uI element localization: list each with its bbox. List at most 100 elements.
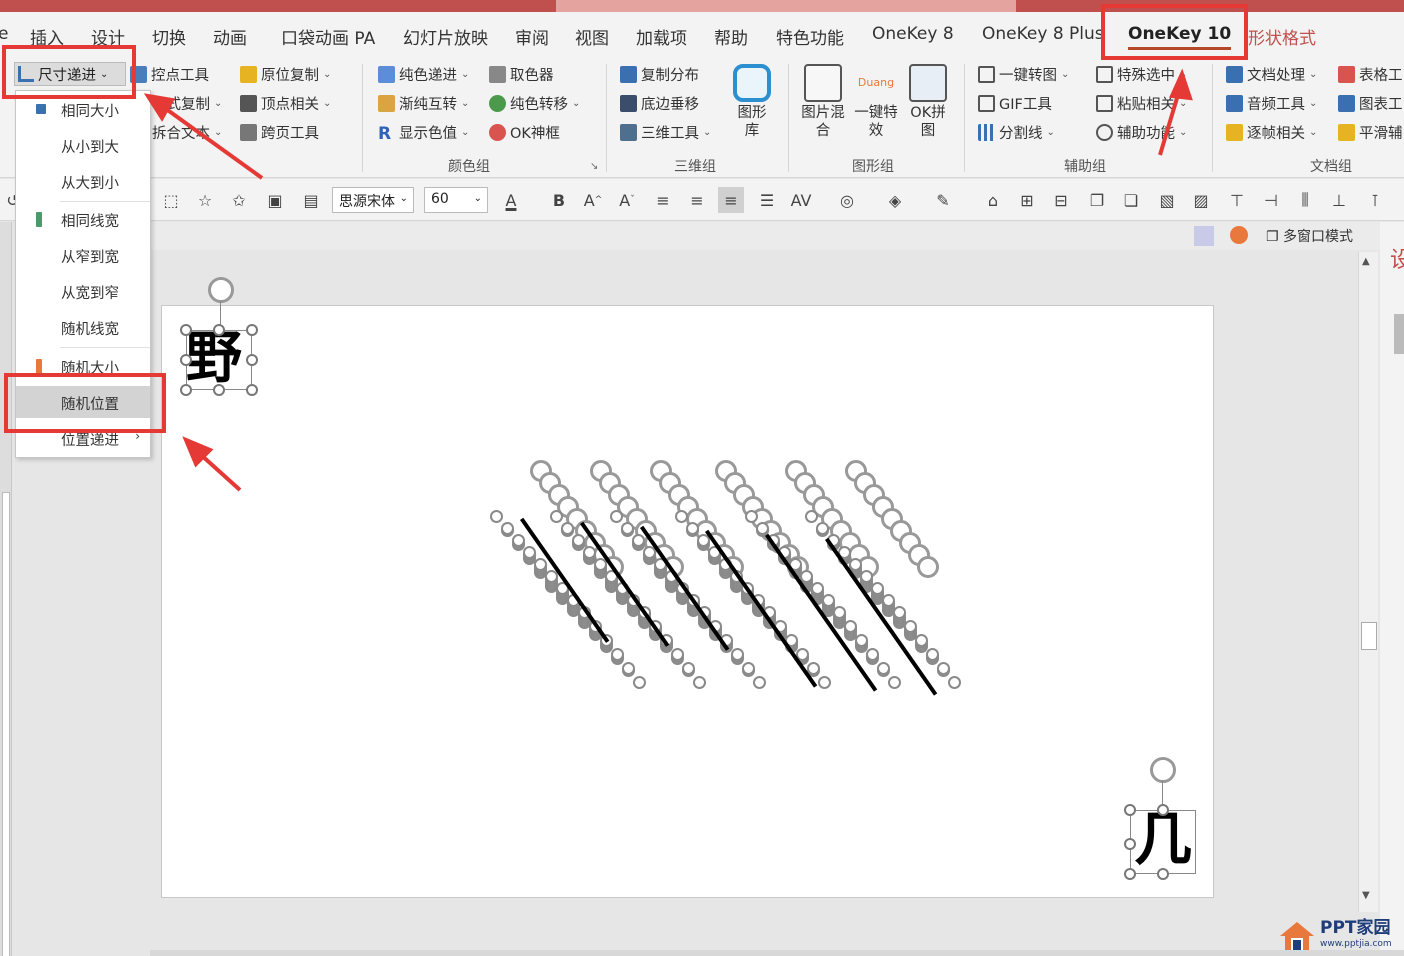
outline-color-icon[interactable]: ✎ — [930, 187, 956, 213]
search-box[interactable] — [556, 0, 1016, 12]
doc-process[interactable]: 文档处理 ⌄ — [1226, 64, 1317, 85]
resize-handle[interactable] — [833, 606, 846, 619]
slide-thumbnail-pane[interactable] — [0, 222, 12, 956]
audio-tool[interactable]: 音频工具 ⌄ — [1226, 93, 1317, 114]
scroll-thumb[interactable] — [1361, 622, 1377, 650]
textbox-icon[interactable]: ▣ — [262, 187, 288, 213]
resize-handle[interactable] — [501, 522, 514, 535]
solid-color-transfer[interactable]: 纯色转移 ⌄ — [489, 93, 580, 114]
align-center-icon[interactable]: ≡ — [684, 187, 710, 213]
cross-page-tool[interactable]: 跨页工具 — [240, 122, 319, 143]
pane-tab[interactable] — [1394, 314, 1404, 354]
resize-handle[interactable] — [849, 558, 862, 571]
dialog-launcher-icon[interactable]: ↘ — [590, 161, 598, 172]
more-align-icon[interactable]: ⊺ — [1362, 187, 1388, 213]
split-text-tool[interactable]: 拆合文本 ⌄ — [152, 122, 222, 143]
resize-handle[interactable] — [915, 634, 928, 647]
resize-handle[interactable] — [622, 662, 635, 675]
one-key-convert[interactable]: 一键转图 ⌄ — [978, 64, 1069, 85]
tab-shape-format[interactable]: 形状格式 — [1248, 24, 1316, 49]
resize-handle[interactable] — [686, 522, 699, 535]
resize-handle[interactable] — [583, 546, 596, 559]
resize-handle[interactable] — [633, 676, 646, 689]
chart-tool[interactable]: 图表工 — [1338, 93, 1403, 114]
tab-onekey8[interactable]: OneKey 8 — [872, 24, 954, 44]
resize-handle[interactable] — [948, 676, 961, 689]
resize-handle[interactable] — [742, 662, 755, 675]
tab-slideshow[interactable]: 幻灯片放映 — [403, 24, 488, 49]
resize-handle[interactable] — [523, 546, 536, 559]
align-left-icon[interactable]: ≡ — [650, 187, 676, 213]
resize-handle[interactable] — [816, 522, 829, 535]
table-tool[interactable]: 表格工 — [1338, 64, 1403, 85]
pattern-copy-tool[interactable]: 格式复制 ⌄ — [152, 93, 222, 114]
resize-handle[interactable] — [822, 594, 835, 607]
magic-icon[interactable] — [1194, 226, 1214, 246]
gear-icon[interactable] — [1230, 226, 1248, 244]
special-select[interactable]: 特殊选中 ⌄ — [1096, 64, 1187, 85]
thumbnail[interactable] — [2, 492, 10, 956]
control-point-tool[interactable]: 控点工具 — [130, 64, 209, 85]
copy-original-tool[interactable]: 原位复制 ⌄ — [240, 64, 331, 85]
resize-handle[interactable] — [937, 662, 950, 675]
menu-item-random-line-width[interactable]: 随机线宽 — [16, 311, 150, 343]
rotate-handle-icon[interactable] — [917, 556, 939, 578]
align-middle-icon[interactable]: ⊣ — [1258, 187, 1284, 213]
resize-handle[interactable] — [904, 620, 917, 633]
resize-handle[interactable] — [490, 510, 503, 523]
resize-handle[interactable] — [805, 510, 818, 523]
resize-handle[interactable] — [213, 324, 225, 336]
resize-handle[interactable] — [246, 324, 258, 336]
resize-handle[interactable] — [180, 324, 192, 336]
bring-forward-icon[interactable]: ❐ — [1084, 187, 1110, 213]
rotate-handle-icon[interactable] — [1150, 757, 1176, 783]
menu-item-wide-to-narrow[interactable]: 从宽到窄 — [16, 275, 150, 307]
ok-puzzle[interactable]: OK拼图 — [906, 64, 950, 140]
resize-handle[interactable] — [893, 606, 906, 619]
shape-icon[interactable]: ◎ — [834, 187, 860, 213]
resize-handle[interactable] — [731, 648, 744, 661]
resize-handle[interactable] — [860, 570, 873, 583]
show-color-value[interactable]: R 显示色值 ⌄ — [378, 122, 469, 144]
frame-related[interactable]: 逐帧相关 ⌄ — [1226, 122, 1317, 143]
resize-handle[interactable] — [871, 582, 884, 595]
split-line[interactable]: 分割线 ⌄ — [978, 122, 1055, 143]
bottom-vertical[interactable]: 底边垂移 — [620, 93, 699, 114]
menu-item-small-to-large[interactable]: 从小到大 — [16, 129, 150, 161]
font-size-select[interactable]: 60 ⌄ — [424, 187, 488, 213]
menu-item-large-to-small[interactable]: 从大到小 — [16, 165, 150, 197]
rotate-handle-icon[interactable] — [208, 277, 234, 303]
resize-handle[interactable] — [682, 662, 695, 675]
select-shape-icon[interactable]: ⬚ — [158, 187, 184, 213]
align-top-icon[interactable]: ⊤ — [1224, 187, 1250, 213]
resize-handle[interactable] — [926, 648, 939, 661]
resize-handle[interactable] — [671, 648, 684, 661]
resize-handle[interactable] — [855, 634, 868, 647]
distribute-v-icon[interactable]: ⊥ — [1326, 187, 1352, 213]
tab-help[interactable]: 帮助 — [714, 24, 748, 49]
resize-handle[interactable] — [610, 510, 623, 523]
fill-color-icon[interactable]: ◈ — [882, 187, 908, 213]
resize-handle[interactable] — [1157, 804, 1169, 816]
tab-file[interactable]: e — [0, 24, 8, 44]
resize-handle[interactable] — [632, 534, 645, 547]
font-family-select[interactable]: 思源宋体 ⌄ — [332, 187, 414, 213]
resize-handle[interactable] — [180, 354, 192, 366]
resize-handle[interactable] — [1157, 868, 1169, 880]
increase-font-icon[interactable]: A ^ — [580, 187, 606, 213]
multi-window-button[interactable]: ❐ 多窗口模式 — [1266, 226, 1353, 246]
selected-glyph-cluster[interactable] — [490, 460, 961, 760]
solid-color-progression[interactable]: 纯色递进 ⌄ — [378, 64, 469, 85]
resize-handle[interactable] — [572, 534, 585, 547]
resize-handle[interactable] — [753, 676, 766, 689]
resize-handle[interactable] — [1124, 868, 1136, 880]
resize-handle[interactable] — [818, 676, 831, 689]
decrease-font-icon[interactable]: Aˇ — [614, 187, 640, 213]
group-icon[interactable]: ⊞ — [1014, 187, 1040, 213]
ungroup-icon[interactable]: ⊟ — [1048, 187, 1074, 213]
resize-handle[interactable] — [811, 582, 824, 595]
star-outline-icon[interactable]: ✩ — [226, 187, 252, 213]
tab-pocket-animation[interactable]: 口袋动画 PA — [281, 24, 375, 49]
menu-item-same-line-width[interactable]: 相同线宽 — [16, 203, 150, 235]
assist-function[interactable]: 辅助功能 ⌄ — [1096, 122, 1187, 143]
